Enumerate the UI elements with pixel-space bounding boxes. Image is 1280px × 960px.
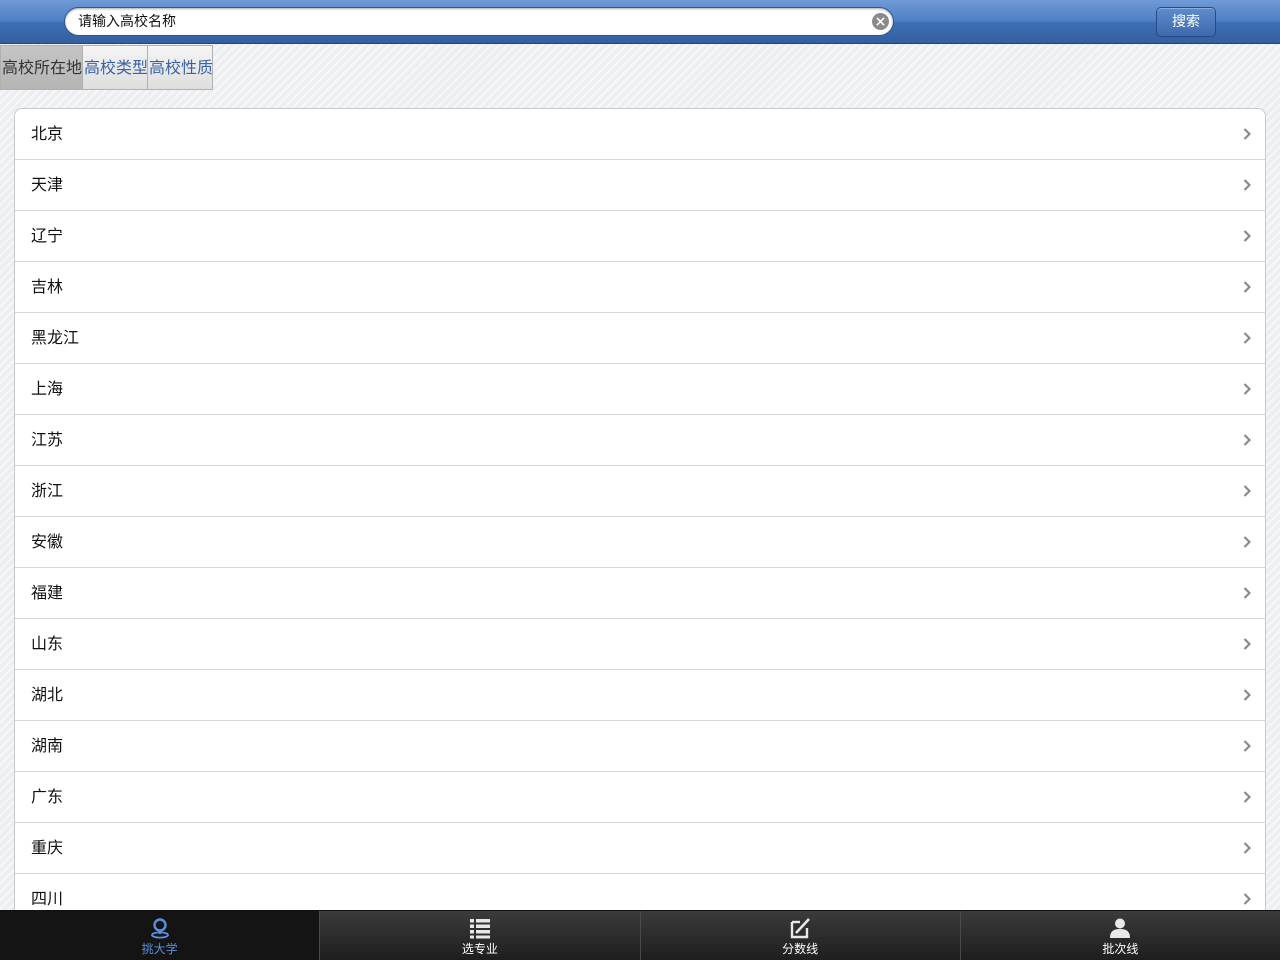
list-item[interactable]: 吉林 (15, 262, 1265, 313)
tab-label: 选专业 (461, 942, 498, 956)
list-item[interactable]: 福建 (15, 568, 1265, 619)
chevron-right-icon (1243, 434, 1251, 446)
user-icon (1110, 918, 1131, 938)
list-item[interactable]: 江苏 (15, 415, 1265, 466)
tab-pick-university[interactable]: 挑大学 (0, 911, 320, 960)
search-button[interactable]: 搜索 (1156, 7, 1216, 37)
chevron-right-icon (1243, 791, 1251, 803)
list-item[interactable]: 黑龙江 (15, 313, 1265, 364)
list-item[interactable]: 广东 (15, 772, 1265, 823)
province-list: 北京 天津 辽宁 吉林 黑龙江 上海 江苏 浙江 安徽 福建 山东 湖北 湖南 … (14, 108, 1266, 910)
top-bar: 搜索 (0, 0, 1280, 44)
chevron-right-icon (1243, 128, 1251, 140)
list-item-label: 江苏 (31, 430, 64, 449)
clear-icon[interactable] (872, 13, 889, 30)
chevron-right-icon (1243, 893, 1251, 905)
list-item-label: 重庆 (31, 838, 64, 857)
chevron-right-icon (1243, 281, 1251, 293)
tab-label: 批次线 (1102, 942, 1139, 956)
bottom-tab-bar: 挑大学 选专业 分数线 批次线 (0, 910, 1280, 960)
list-item-label: 广东 (31, 787, 64, 806)
search-box[interactable] (64, 7, 894, 36)
list-item-label: 浙江 (31, 481, 64, 500)
list-item-label: 安徽 (31, 532, 64, 551)
tab-label: 挑大学 (141, 942, 178, 956)
tab-nature[interactable]: 高校性质 (147, 45, 213, 90)
list-item-label: 北京 (31, 124, 64, 143)
chevron-right-icon (1243, 485, 1251, 497)
tab-pick-major[interactable]: 选专业 (319, 911, 639, 960)
tab-batch-line[interactable]: 批次线 (959, 911, 1280, 960)
edit-icon (790, 918, 811, 939)
list-item[interactable]: 四川 (15, 874, 1265, 910)
pin-icon (150, 918, 169, 939)
filter-tabs: 高校所在地 高校类型 高校性质 (0, 45, 213, 90)
list-item[interactable]: 湖南 (15, 721, 1265, 772)
search-input[interactable] (78, 8, 858, 35)
chevron-right-icon (1243, 332, 1251, 344)
list-item-label: 辽宁 (31, 226, 64, 245)
list-item-label: 四川 (31, 889, 64, 908)
list-item-label: 湖北 (31, 685, 64, 704)
list-item[interactable]: 山东 (15, 619, 1265, 670)
tab-location[interactable]: 高校所在地 (0, 45, 83, 90)
chevron-right-icon (1243, 842, 1251, 854)
list-item-label: 黑龙江 (31, 328, 80, 347)
list-item[interactable]: 辽宁 (15, 211, 1265, 262)
chevron-right-icon (1243, 230, 1251, 242)
tab-type[interactable]: 高校类型 (82, 45, 148, 90)
list-item-label: 上海 (31, 379, 64, 398)
tab-label: 分数线 (782, 942, 819, 956)
tab-score-line[interactable]: 分数线 (639, 911, 960, 960)
list-item[interactable]: 上海 (15, 364, 1265, 415)
chevron-right-icon (1243, 689, 1251, 701)
list-icon (469, 919, 490, 939)
list-item-label: 天津 (31, 175, 64, 194)
chevron-right-icon (1243, 383, 1251, 395)
list-item[interactable]: 天津 (15, 160, 1265, 211)
list-item[interactable]: 浙江 (15, 466, 1265, 517)
chevron-right-icon (1243, 740, 1251, 752)
list-item[interactable]: 湖北 (15, 670, 1265, 721)
chevron-right-icon (1243, 179, 1251, 191)
list-item-label: 湖南 (31, 736, 64, 755)
list-item-label: 山东 (31, 634, 64, 653)
list-item[interactable]: 重庆 (15, 823, 1265, 874)
list-item-label: 福建 (31, 583, 64, 602)
list-item-label: 吉林 (31, 277, 64, 296)
list-item[interactable]: 北京 (15, 109, 1265, 160)
list-item[interactable]: 安徽 (15, 517, 1265, 568)
chevron-right-icon (1243, 638, 1251, 650)
chevron-right-icon (1243, 587, 1251, 599)
chevron-right-icon (1243, 536, 1251, 548)
